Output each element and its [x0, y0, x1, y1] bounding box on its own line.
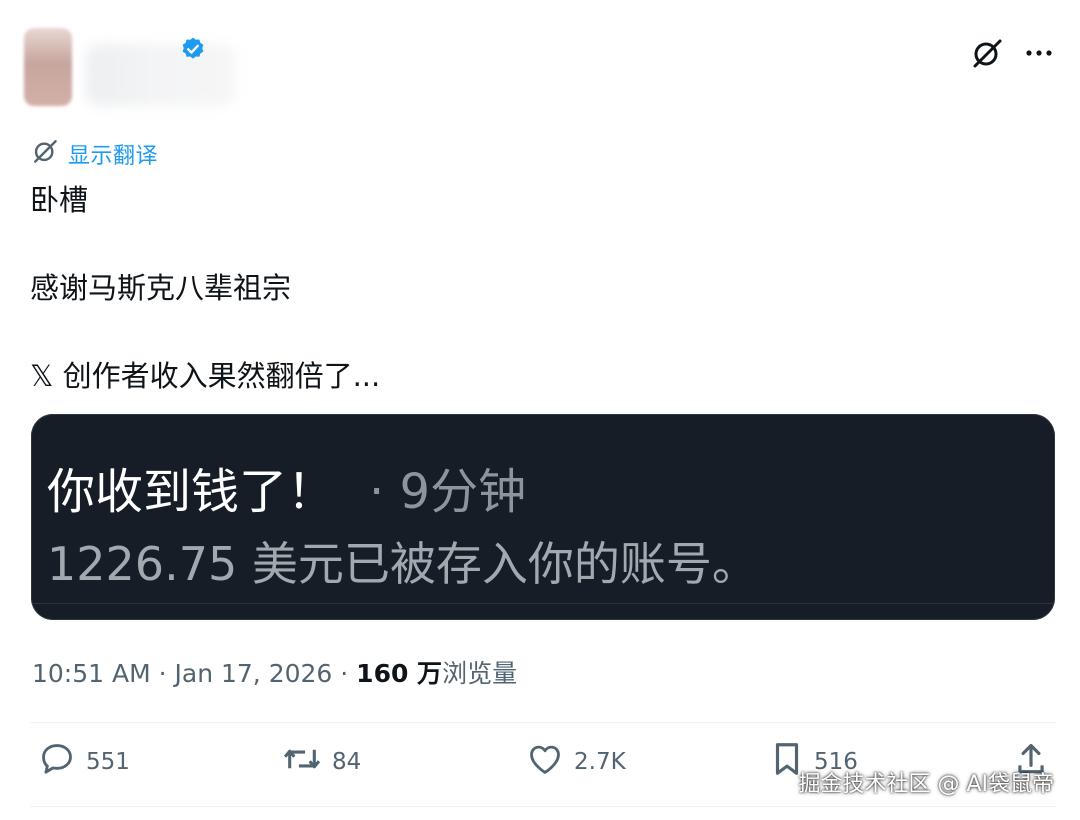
views-label: 浏览量 — [442, 659, 518, 688]
like-count: 2.7K — [574, 749, 626, 775]
media-notification-title: 你收到钱了！ — [47, 464, 336, 520]
repost-icon — [282, 740, 322, 784]
more-icon[interactable] — [1022, 36, 1056, 70]
watermark: 掘金技术社区 @ AI袋鼠帝 — [798, 772, 1054, 797]
avatar[interactable] — [24, 28, 72, 106]
divider — [30, 722, 1056, 723]
show-translation-link[interactable]: 显示翻译 — [32, 138, 158, 170]
media-notification-title-row: 你收到钱了！ · 9分钟 — [47, 452, 526, 522]
reply-icon — [38, 740, 76, 784]
verified-badge-icon — [180, 36, 206, 62]
repost-count: 84 — [332, 749, 362, 775]
views-count: 160 万 — [356, 659, 443, 688]
grok-icon[interactable] — [970, 36, 1004, 70]
repost-button[interactable]: 84 — [282, 740, 361, 784]
translate-label: 显示翻译 — [68, 144, 159, 169]
post-header — [24, 26, 1056, 116]
divider — [30, 806, 1056, 807]
author-name-blurred[interactable] — [86, 44, 236, 106]
media-notification-time: · 9分钟 — [369, 464, 527, 520]
media-notification-message: 1226.75 美元已被存入你的账号。 — [47, 537, 758, 591]
post-text: 卧槽 感谢马斯克八辈祖宗 𝕏 创作者收入果然翻倍了... — [30, 183, 381, 393]
header-actions — [970, 36, 1056, 70]
like-button[interactable]: 2.7K — [526, 740, 626, 784]
post-media-image[interactable]: 你收到钱了！ · 9分钟 1226.75 美元已被存入你的账号。 — [31, 414, 1055, 620]
heart-icon — [526, 740, 564, 784]
reply-button[interactable]: 551 — [38, 740, 130, 784]
post-timestamp[interactable]: 10:51 AM · Jan 17, 2026 · — [32, 659, 356, 688]
translate-icon — [32, 138, 58, 170]
media-divider — [31, 603, 1055, 604]
reply-count: 551 — [86, 749, 130, 775]
post-meta: 10:51 AM · Jan 17, 2026 · 160 万浏览量 — [32, 654, 517, 690]
